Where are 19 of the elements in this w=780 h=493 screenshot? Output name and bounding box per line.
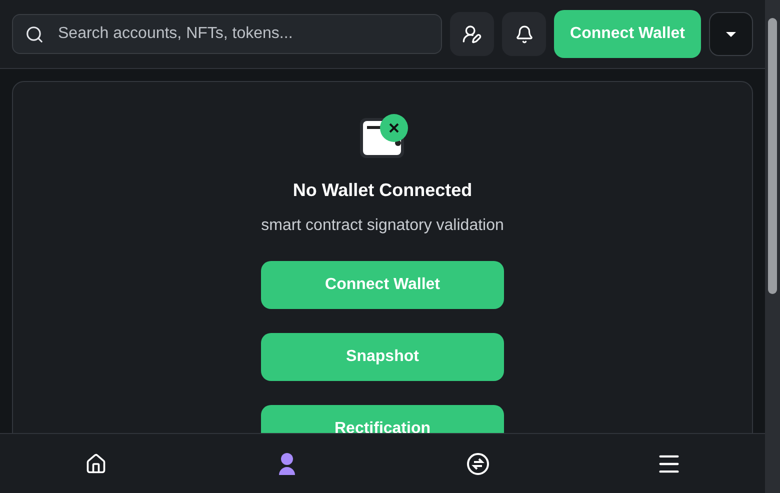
- wallet-error-icon: [358, 114, 408, 160]
- connect-wallet-button[interactable]: Connect Wallet: [554, 10, 701, 58]
- person-icon: [278, 452, 296, 474]
- empty-state-subtitle: smart contract signatory validation: [261, 217, 504, 235]
- scrollbar[interactable]: [765, 0, 780, 493]
- search-icon: [25, 24, 44, 44]
- contacts-button[interactable]: [450, 12, 494, 56]
- caret-icon: [726, 32, 736, 36]
- search-field[interactable]: Search accounts, NFTs, tokens...: [12, 14, 442, 54]
- notifications-button[interactable]: [502, 12, 546, 56]
- empty-state-title: No Wallet Connected: [292, 180, 472, 201]
- search-input[interactable]: Search accounts, NFTs, tokens...: [56, 24, 430, 44]
- action-button[interactable]: Rectification: [261, 405, 504, 433]
- home-icon: [84, 452, 107, 474]
- swap-icon: [466, 452, 490, 476]
- bell-icon: [514, 24, 534, 44]
- scrollbar-thumb[interactable]: [768, 18, 777, 294]
- action-button[interactable]: Snapshot: [261, 333, 504, 381]
- action-button[interactable]: Connect Wallet: [261, 261, 504, 309]
